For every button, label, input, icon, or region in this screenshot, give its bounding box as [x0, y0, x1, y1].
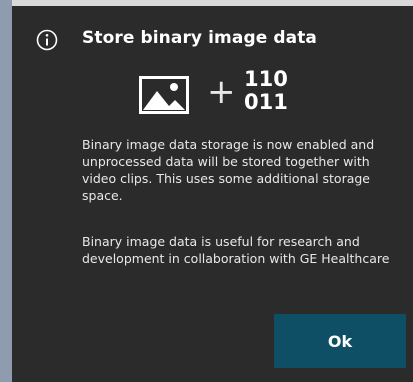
description-storage: Binary image data storage is now enabled…: [82, 137, 375, 203]
description-research: Binary image data is useful for research…: [82, 234, 390, 266]
binary-image-illustration: + 110 011: [137, 68, 307, 116]
binary-line-1: 110: [244, 67, 288, 91]
binary-digits: 110 011: [244, 68, 288, 114]
store-binary-data-dialog: Store binary image data + 110 011 Binary…: [12, 0, 413, 382]
binary-line-2: 011: [244, 90, 288, 114]
background-panel: [0, 0, 12, 382]
dialog-title: Store binary image data: [82, 28, 318, 48]
info-icon: [36, 29, 58, 51]
ok-button[interactable]: Ok: [274, 314, 406, 368]
dialog-top-edge: [12, 0, 413, 6]
plus-sign: +: [207, 72, 236, 112]
image-icon: [139, 76, 189, 114]
